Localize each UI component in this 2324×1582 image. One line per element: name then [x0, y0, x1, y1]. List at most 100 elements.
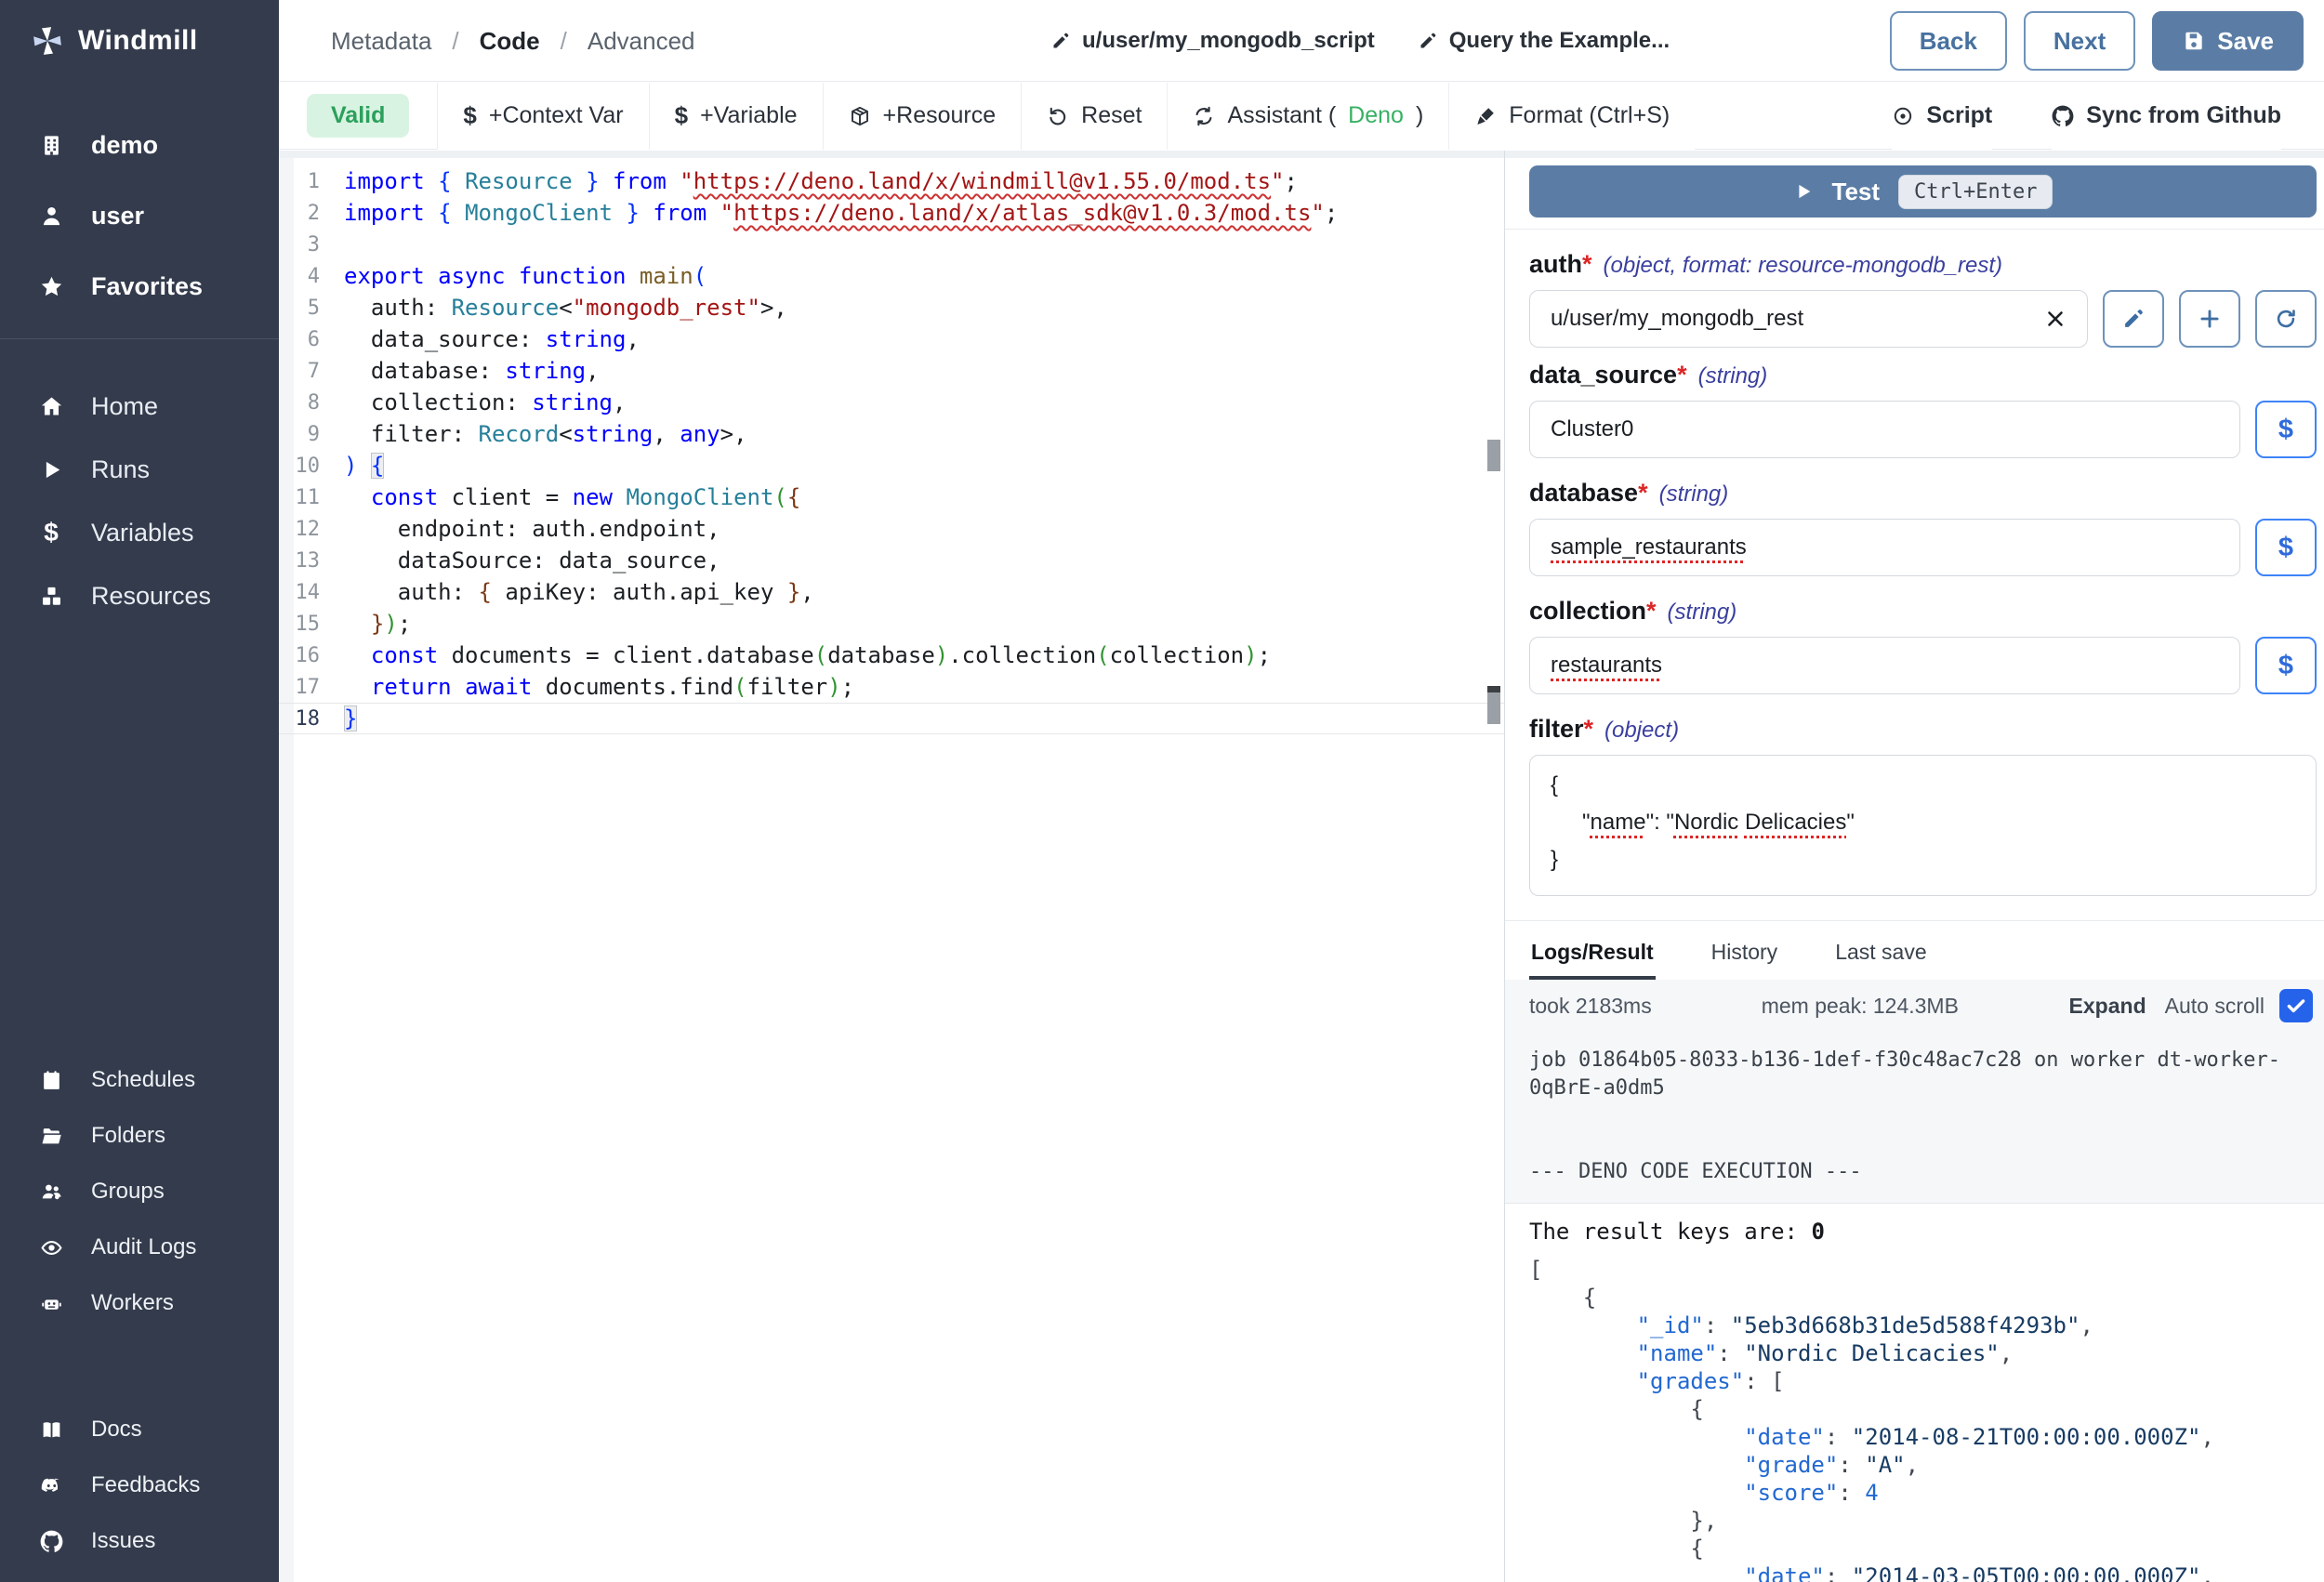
code-line[interactable]: 7 database: string,	[279, 355, 1504, 387]
code-line[interactable]: 2import { MongoClient } from "https://de…	[279, 197, 1504, 229]
toolbar-button-sync-github[interactable]: Sync from Github	[2052, 83, 2281, 150]
next-button[interactable]: Next	[2024, 11, 2135, 71]
star-icon	[37, 274, 65, 299]
tab-history[interactable]: History	[1710, 936, 1780, 980]
field-data_source: data_source*(string)Cluster0$	[1529, 361, 2317, 458]
line-number: 6	[279, 328, 344, 351]
home-icon	[37, 394, 65, 419]
sidebar-item-user[interactable]: user	[0, 180, 279, 251]
toolbar-button-assistant[interactable]: Assistant (Deno)	[1167, 83, 1448, 150]
filter-json-input[interactable]: { "name": "Nordic Delicacies" }	[1529, 755, 2317, 896]
code-line[interactable]: 14 auth: { apiKey: auth.api_key },	[279, 576, 1504, 608]
edit-resource-button[interactable]	[2103, 290, 2164, 348]
tab-logs-result[interactable]: Logs/Result	[1529, 936, 1656, 980]
folder-icon	[37, 1125, 65, 1148]
field-label: database	[1529, 479, 1638, 508]
sidebar-item-issues[interactable]: Issues	[0, 1513, 279, 1569]
line-number: 17	[279, 676, 344, 699]
sidebar-item-resources[interactable]: Resources	[0, 564, 279, 627]
test-button[interactable]: Test Ctrl+Enter	[1529, 165, 2317, 218]
add-resource-button[interactable]	[2179, 290, 2240, 348]
editor-scrollbar[interactable]	[1487, 692, 1500, 724]
script-summary-chip[interactable]: Query the Example...	[1418, 28, 1670, 54]
code-line[interactable]: 3	[279, 229, 1504, 260]
breadcrumb-tab-metadata[interactable]: Metadata	[331, 27, 431, 56]
code-line-text: data_source: string,	[344, 323, 640, 355]
code-editor[interactable]: 1import { Resource } from "https://deno.…	[279, 158, 1504, 1582]
code-line[interactable]: 1import { Resource } from "https://deno.…	[279, 165, 1504, 197]
toolbar-button-reset[interactable]: Reset	[1021, 83, 1167, 150]
code-line[interactable]: 18}	[279, 703, 1504, 734]
code-line[interactable]: 9 filter: Record<string, any>,	[279, 418, 1504, 450]
clear-icon[interactable]	[2044, 308, 2067, 330]
script-path-chip[interactable]: u/user/my_mongodb_script	[1050, 28, 1375, 54]
collection-input[interactable]: restaurants	[1529, 637, 2240, 694]
sidebar-item-groups[interactable]: Groups	[0, 1164, 279, 1219]
toolbar-button-context-var[interactable]: $+Context Var	[437, 83, 648, 150]
job-log-line: job 01864b05-8033-b136-1def-f30c48ac7c28…	[1529, 1047, 2311, 1074]
package-icon	[849, 105, 871, 127]
code-line[interactable]: 17 return await documents.find(filter);	[279, 671, 1504, 703]
back-button[interactable]: Back	[1890, 11, 2007, 71]
auth-resource-input[interactable]: u/user/my_mongodb_rest	[1529, 290, 2088, 348]
toolbar-button-script[interactable]: Script	[1892, 83, 1992, 150]
windmill-logo[interactable]: Windmill	[0, 0, 279, 82]
refresh-resource-button[interactable]	[2255, 290, 2317, 348]
code-line[interactable]: 4export async function main(	[279, 260, 1504, 292]
insert-variable-button[interactable]: $	[2255, 401, 2317, 458]
insert-variable-button[interactable]: $	[2255, 519, 2317, 576]
autoscroll-checkbox[interactable]	[2279, 989, 2313, 1022]
breadcrumb-tab-code[interactable]: Code	[480, 27, 540, 56]
toolbar-button-accent: Deno	[1348, 102, 1404, 129]
sidebar-item-audit-logs[interactable]: Audit Logs	[0, 1219, 279, 1275]
sidebar-item-docs[interactable]: Docs	[0, 1402, 279, 1457]
sidebar-item-variables[interactable]: $Variables	[0, 501, 279, 564]
insert-variable-button[interactable]: $	[2255, 637, 2317, 694]
sidebar-item-runs[interactable]: Runs	[0, 438, 279, 501]
sidebar-item-home[interactable]: Home	[0, 375, 279, 438]
code-line[interactable]: 8 collection: string,	[279, 387, 1504, 418]
job-log-line	[1529, 1130, 2311, 1158]
tab-last-save[interactable]: Last save	[1833, 936, 1928, 980]
sidebar-item-favorites[interactable]: Favorites	[0, 251, 279, 322]
data_source-input[interactable]: Cluster0	[1529, 401, 2240, 458]
line-number: 11	[279, 486, 344, 509]
toolbar-button-suffix: )	[1416, 102, 1423, 129]
job-log-line: --- DENO CODE EXECUTION ---	[1529, 1158, 2311, 1186]
toolbar-button-resource[interactable]: +Resource	[823, 83, 1022, 150]
toolbar-button-format[interactable]: Format (Ctrl+S)	[1448, 83, 1695, 150]
code-line[interactable]: 13 dataSource: data_source,	[279, 545, 1504, 576]
code-line[interactable]: 10) {	[279, 450, 1504, 481]
job-log-line	[1529, 1102, 2311, 1130]
line-number: 13	[279, 549, 344, 573]
code-line[interactable]: 6 data_source: string,	[279, 323, 1504, 355]
field-collection: collection*(string)restaurants$	[1529, 597, 2317, 694]
database-input[interactable]: sample_restaurants	[1529, 519, 2240, 576]
breadcrumb-tab-advanced[interactable]: Advanced	[588, 27, 695, 56]
expand-button[interactable]: Expand	[2069, 994, 2146, 1019]
toolbar-button-variable[interactable]: $+Variable	[649, 83, 823, 150]
code-line[interactable]: 11 const client = new MongoClient({	[279, 481, 1504, 513]
sidebar-item-schedules[interactable]: Schedules	[0, 1052, 279, 1108]
code-line[interactable]: 12 endpoint: auth.endpoint,	[279, 513, 1504, 545]
toolbar-button-label: Script	[1926, 102, 1992, 129]
sidebar-item-feedbacks[interactable]: Feedbacks	[0, 1457, 279, 1513]
code-line[interactable]: 15 });	[279, 608, 1504, 639]
sidebar-item-folders[interactable]: Folders	[0, 1108, 279, 1164]
code-line-text: import { MongoClient } from "https://den…	[344, 197, 1338, 229]
save-icon	[2182, 29, 2206, 53]
field-input-row: sample_restaurants $	[1529, 519, 2317, 576]
code-line[interactable]: 5 auth: Resource<"mongodb_rest">,	[279, 292, 1504, 323]
code-line[interactable]: 16 const documents = client.database(dat…	[279, 639, 1504, 671]
sidebar-item-label: Issues	[91, 1528, 155, 1554]
sidebar-item-label: Variables	[91, 519, 194, 547]
field-input-row: restaurants $	[1529, 637, 2317, 694]
field-type-hint: (string)	[1698, 363, 1768, 389]
code-line-text: database: string,	[344, 355, 600, 387]
line-number: 14	[279, 581, 344, 604]
section-divider	[1505, 229, 2324, 230]
sidebar-item-workers[interactable]: Workers	[0, 1275, 279, 1331]
sidebar-item-demo[interactable]: demo	[0, 110, 279, 180]
save-button[interactable]: Save	[2152, 11, 2304, 71]
sidebar-item-label: user	[91, 202, 144, 231]
